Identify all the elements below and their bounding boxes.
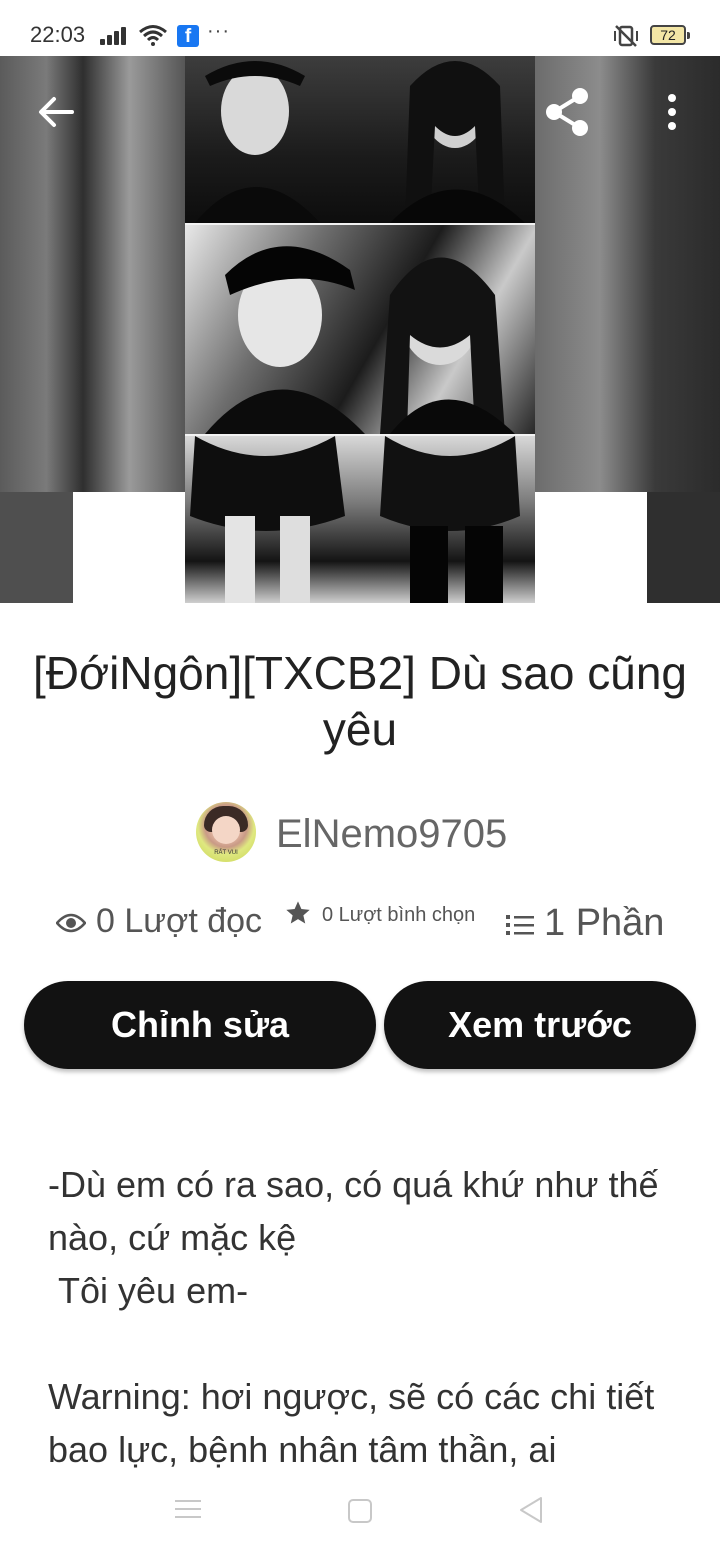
share-icon[interactable] — [542, 86, 594, 138]
story-title: [ĐớiNgôn][TXCB2] Dù sao cũng yêu — [32, 647, 688, 755]
avatar-caption: RẤT VUI — [214, 850, 238, 856]
list-icon — [506, 914, 534, 935]
story-stats: 0 Lượt đọc 0 Lượt bình chọn 1 Phần — [0, 898, 720, 954]
system-nav-bar — [0, 1468, 720, 1560]
back-icon[interactable] — [518, 1496, 544, 1524]
votes-count: 0 Lượt bình chọn — [322, 904, 476, 926]
story-cover-header — [0, 56, 720, 603]
eye-icon — [56, 913, 86, 933]
signal-icon — [100, 27, 130, 45]
author-name[interactable]: ElNemo9705 — [276, 812, 507, 857]
status-bar: 22:03 f ··· 72 — [0, 0, 720, 56]
story-cover-image — [185, 56, 535, 603]
facebook-icon: f — [177, 25, 199, 47]
battery-icon: 72 — [650, 25, 690, 45]
cover-photo-middle — [185, 225, 535, 434]
more-dots-icon: ··· — [207, 20, 230, 42]
edit-button[interactable]: Chỉnh sửa — [24, 981, 376, 1069]
cover-photo-top — [185, 56, 535, 223]
author-row[interactable]: RẤT VUI ElNemo9705 — [0, 800, 720, 864]
votes-stat: 0 Lượt bình chọn — [284, 901, 476, 927]
recent-apps-icon[interactable] — [175, 1498, 201, 1520]
cover-blur-right-strip — [647, 492, 720, 603]
cover-photo-top-figures — [195, 61, 525, 223]
vibrate-mute-icon — [614, 25, 638, 47]
author-avatar[interactable]: RẤT VUI — [196, 802, 256, 862]
more-vert-icon[interactable] — [660, 92, 684, 132]
story-description: -Dù em có ra sao, có quá khứ như thế nào… — [48, 1164, 659, 1468]
battery-level: 72 — [660, 27, 676, 43]
cover-blur-left-strip — [0, 492, 73, 603]
parts-stat: 1 Phần — [506, 902, 664, 945]
reads-stat: 0 Lượt đọc — [56, 902, 262, 941]
reads-count: 0 Lượt đọc — [96, 902, 263, 940]
cover-photo-bottom-figures — [190, 436, 520, 603]
preview-button[interactable]: Xem trước — [384, 981, 696, 1069]
home-icon[interactable] — [348, 1499, 372, 1523]
wifi-icon — [139, 25, 167, 46]
status-time: 22:03 — [30, 22, 86, 47]
back-arrow-icon[interactable] — [36, 92, 76, 132]
parts-count: 1 Phần — [544, 902, 665, 944]
cover-blur-left — [0, 56, 185, 492]
cover-photo-bottom — [185, 436, 535, 603]
star-icon — [286, 901, 310, 924]
cover-photo-middle-figures — [205, 246, 515, 434]
